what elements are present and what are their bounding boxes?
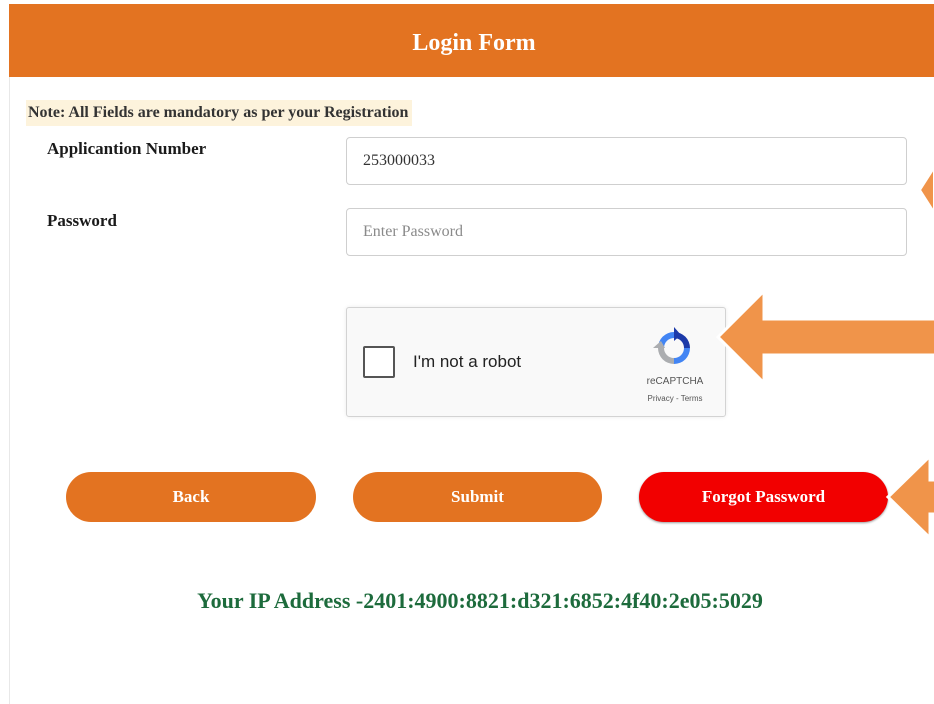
password-label: Password [47,211,117,230]
pointer-arrow-icon [715,287,934,387]
pointer-arrow-icon [920,168,934,212]
recaptcha-privacy-terms-link[interactable]: Privacy - Terms [635,394,715,403]
ip-address-value: 2401:4900:8821:d321:6852:4f40:2e05:5029 [363,588,763,613]
pointer-arrow-icon [885,452,934,542]
password-input[interactable] [346,208,907,256]
recaptcha-logo-icon [653,327,690,364]
submit-button[interactable]: Submit [353,472,602,522]
recaptcha-widget: I'm not a robot reCAPTCHA Privacy - Term… [346,307,726,417]
forgot-password-button[interactable]: Forgot Password [639,472,888,522]
recaptcha-label: I'm not a robot [413,352,522,371]
recaptcha-brand: reCAPTCHA [646,376,704,387]
ip-address-text: Your IP Address -2401:4900:8821:d321:685… [0,588,934,614]
form-header: Login Form [9,4,934,77]
ip-address-label: Your IP Address - [197,588,364,613]
recaptcha-checkbox[interactable] [363,346,395,378]
back-button[interactable]: Back [66,472,316,522]
mandatory-note: Note: All Fields are mandatory as per yo… [26,100,413,126]
application-number-label: Applicantion Number [47,139,207,158]
application-number-input[interactable] [346,137,907,185]
page-title: Login Form [412,30,536,56]
